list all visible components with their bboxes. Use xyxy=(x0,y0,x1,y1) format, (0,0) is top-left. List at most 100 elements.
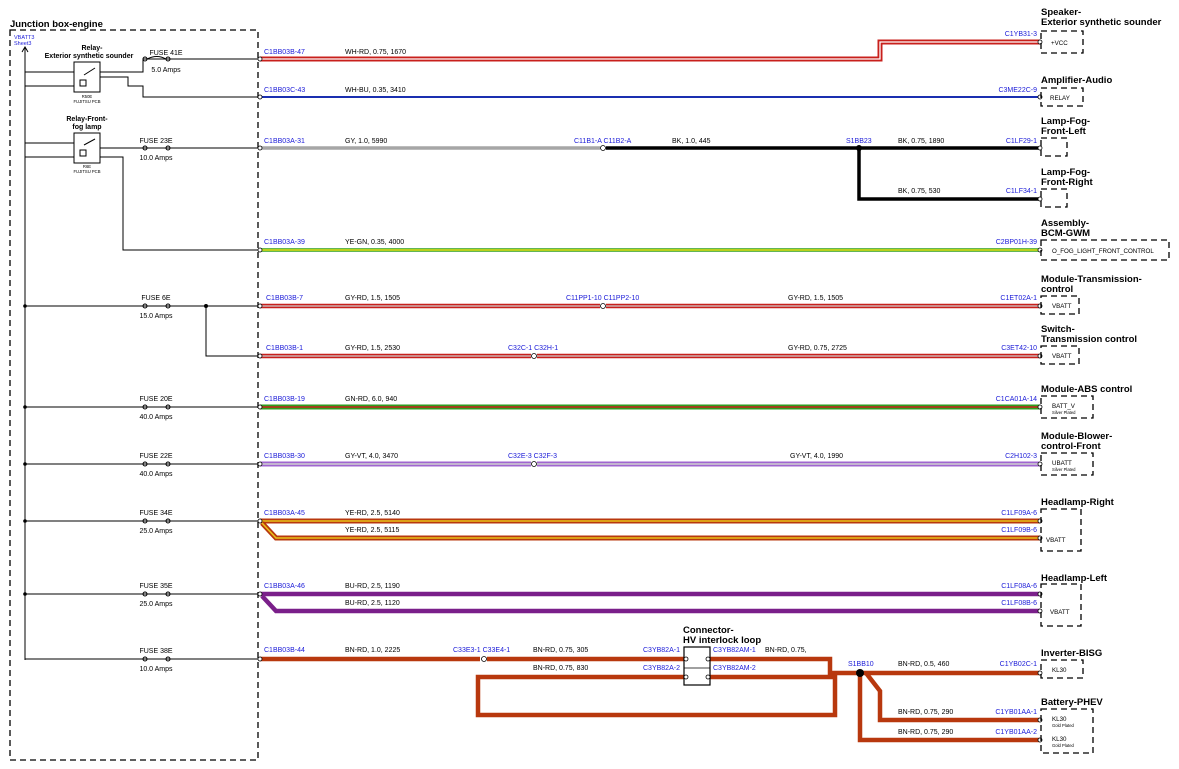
conn-c1bb03b-47[interactable]: C1BB03B-47 xyxy=(264,49,305,56)
fuse-20e: FUSE 20E 40.0 Amps xyxy=(23,396,258,421)
relay1-title-1: Relay- xyxy=(81,45,103,52)
comp-fog-left-box[interactable] xyxy=(1040,137,1068,157)
pin-conn-3[interactable]: C1LF34-1 xyxy=(1006,188,1037,195)
pin-conn-9[interactable]: C1LF09A-6 xyxy=(1001,510,1037,517)
conn-c33e[interactable]: C33E3-1 C33E4-1 xyxy=(453,647,510,654)
splice-s1bb23[interactable]: S1BB23 xyxy=(846,138,872,145)
fuse-35e: FUSE 35E 25.0 Amps xyxy=(23,583,258,608)
wire-label-w10b: BU-RD, 2.5, 1120 xyxy=(345,600,400,607)
wire-label-w11f: BN-RD, 0.75, 290 xyxy=(898,709,953,716)
comp-headlamp-right-pin: VBATT xyxy=(1046,537,1066,544)
comp-inverter-pin: KL30 xyxy=(1052,667,1067,674)
wire-label-w8b: GY-VT, 4.0, 1990 xyxy=(790,453,843,460)
conn-c1bb03b-1[interactable]: C1BB03B-1 xyxy=(266,345,303,352)
conn-c1bb03a-31[interactable]: C1BB03A-31 xyxy=(264,138,305,145)
comp-battery-pin-2: KL30 xyxy=(1052,736,1067,743)
conn-c3yb82a-2[interactable]: C3YB82A-2 xyxy=(643,665,680,672)
comp-amplifier-title: Amplifier-Audio xyxy=(1041,75,1112,86)
comp-headlamp-right-box[interactable]: VBATT xyxy=(1040,508,1082,552)
splice-s1bb10[interactable]: S1BB10 xyxy=(848,661,874,668)
comp-fog-right-box[interactable] xyxy=(1040,188,1068,208)
comp-abs-title: Module-ABS control xyxy=(1041,384,1132,395)
comp-inverter-box[interactable]: KL30 xyxy=(1040,659,1084,679)
comp-headlamp-left-title: Headlamp-Left xyxy=(1041,573,1108,584)
wire-label-w4: YE-GN, 0.35, 4000 xyxy=(345,239,404,246)
comp-tcm-box[interactable]: VBATT xyxy=(1040,295,1080,315)
hv-interlock-connector[interactable] xyxy=(683,646,711,686)
pin-conn-10b[interactable]: C1LF08B-6 xyxy=(1001,600,1037,607)
comp-bcm-box[interactable]: O_FOG_LIGHT_FRONT_CONTROL xyxy=(1040,239,1170,261)
wire-label-w3d: BK, 0.75, 530 xyxy=(898,188,941,195)
pin-conn-5[interactable]: C1ET02A-1 xyxy=(1000,295,1037,302)
pin-conn-1[interactable]: C3ME22C-9 xyxy=(998,87,1037,94)
conn-c1bb03a-39[interactable]: C1BB03A-39 xyxy=(264,239,305,246)
wire-label-w10a: BU-RD, 2.5, 1190 xyxy=(345,583,400,590)
wire-label-w6a: GY-RD, 1.5, 2530 xyxy=(345,345,400,352)
pin-conn-8[interactable]: C2H102-3 xyxy=(1005,453,1037,460)
conn-c1bb03c-43[interactable]: C1BB03C-43 xyxy=(264,87,305,94)
comp-headlamp-right-title: Headlamp-Right xyxy=(1041,497,1115,508)
conn-c32e[interactable]: C32E-3 C32F-3 xyxy=(508,453,557,460)
comp-battery-title: Battery-PHEV xyxy=(1041,697,1103,708)
comp-fog-right-title-2: Front-Right xyxy=(1041,177,1094,188)
conn-c11pp[interactable]: C11PP1-10 C11PP2-10 xyxy=(566,295,639,302)
fuse-35e-name: FUSE 35E xyxy=(139,583,172,590)
comp-amplifier-box[interactable]: RELAY xyxy=(1040,87,1084,107)
conn-c1bb03b-30[interactable]: C1BB03B-30 xyxy=(264,453,305,460)
conn-c32c[interactable]: C32C-1 C32H-1 xyxy=(508,345,558,352)
pin-conn-7[interactable]: C1CA01A-14 xyxy=(996,396,1037,403)
comp-battery-pin-1: KL30 xyxy=(1052,716,1067,723)
wire-label-w6b: GY-RD, 0.75, 2725 xyxy=(788,345,847,352)
comp-blower-pin: UBATT xyxy=(1052,460,1072,467)
comp-tcm-pin: VBATT xyxy=(1052,303,1072,310)
fuse-34e: FUSE 34E 25.0 Amps xyxy=(23,510,258,535)
pin-conn-2[interactable]: C1LF29-1 xyxy=(1006,138,1037,145)
comp-blower-box[interactable]: UBATT Silver Plated xyxy=(1040,452,1094,476)
conn-c1bb03a-45[interactable]: C1BB03A-45 xyxy=(264,510,305,517)
comp-switch-box[interactable]: VBATT xyxy=(1040,345,1080,365)
relay1-note: FUJITSU PCB xyxy=(74,99,101,104)
relay2-title-1: Relay-Front- xyxy=(66,116,108,123)
fuse-6e: FUSE 6E 15.0 Amps xyxy=(23,295,258,357)
conn-c3yb82am-1[interactable]: C3YB82AM-1 xyxy=(713,647,756,654)
fuse-41e-amps: 5.0 Amps xyxy=(151,67,181,74)
comp-fog-left-title-2: Front-Left xyxy=(1041,126,1087,137)
conn-c1bb03a-46[interactable]: C1BB03A-46 xyxy=(264,583,305,590)
relay1-title-2: Exterior synthetic sounder xyxy=(45,53,134,60)
comp-tcm-title-2: control xyxy=(1041,284,1073,295)
pin-conn-9b[interactable]: C1LF09B-6 xyxy=(1001,527,1037,534)
comp-battery-box[interactable]: KL30 Gold Plated KL30 Gold Plated xyxy=(1040,708,1094,754)
pin-conn-11[interactable]: C1YB02C-1 xyxy=(1000,661,1037,668)
fuse-22e-amps: 40.0 Amps xyxy=(139,471,173,478)
relay1-coil-icon xyxy=(79,79,87,87)
comp-switch-title-2: Transmission control xyxy=(1041,334,1137,345)
pin-conn-12[interactable]: C1YB01AA-1 xyxy=(995,709,1037,716)
sheet-link[interactable]: Sheet3 xyxy=(14,41,31,47)
conn-c11b[interactable]: C11B1-A C11B2-A xyxy=(574,138,632,145)
comp-speaker-box[interactable]: +VCC xyxy=(1040,30,1084,54)
pin-conn-10[interactable]: C1LF08A-6 xyxy=(1001,583,1037,590)
wire-label-w11b: BN-RD, 0.75, 305 xyxy=(533,647,588,654)
comp-headlamp-left-box[interactable]: VBATT xyxy=(1040,583,1082,627)
fuse-20e-amps: 40.0 Amps xyxy=(139,414,173,421)
pin-conn-0[interactable]: C1YB31-3 xyxy=(1005,31,1037,38)
conn-c1bb03b-19[interactable]: C1BB03B-19 xyxy=(264,396,305,403)
comp-abs-box[interactable]: BATT_V Silver Plated xyxy=(1040,395,1094,419)
fuse-41e-name: FUSE 41E xyxy=(149,50,182,57)
pin-conn-12b[interactable]: C1YB01AA-2 xyxy=(995,729,1037,736)
conn-c3yb82am-2[interactable]: C3YB82AM-2 xyxy=(713,665,756,672)
fuse-23e: FUSE 23E 10.0 Amps xyxy=(100,138,258,162)
conn-c1bb03b-7[interactable]: C1BB03B-7 xyxy=(266,295,303,302)
wire-label-w2: WH-BU, 0.35, 3410 xyxy=(345,87,406,94)
pin-conn-6[interactable]: C3ET42-10 xyxy=(1001,345,1037,352)
comp-headlamp-left-pin: VBATT xyxy=(1050,609,1070,616)
fuse-22e-name: FUSE 22E xyxy=(139,453,172,460)
fuse-22e: FUSE 22E 40.0 Amps xyxy=(23,453,258,478)
comp-inverter-title: Inverter-BISG xyxy=(1041,648,1102,659)
conn-c1bb03b-44[interactable]: C1BB03B-44 xyxy=(264,647,305,654)
relay2-title-2: fog lamp xyxy=(72,124,101,131)
wire-label-w11g: BN-RD, 0.75, 290 xyxy=(898,729,953,736)
junction-box-title: Junction box-engine xyxy=(10,19,103,30)
pin-conn-4[interactable]: C2BP01H-39 xyxy=(996,239,1037,246)
conn-c3yb82a-1[interactable]: C3YB82A-1 xyxy=(643,647,680,654)
